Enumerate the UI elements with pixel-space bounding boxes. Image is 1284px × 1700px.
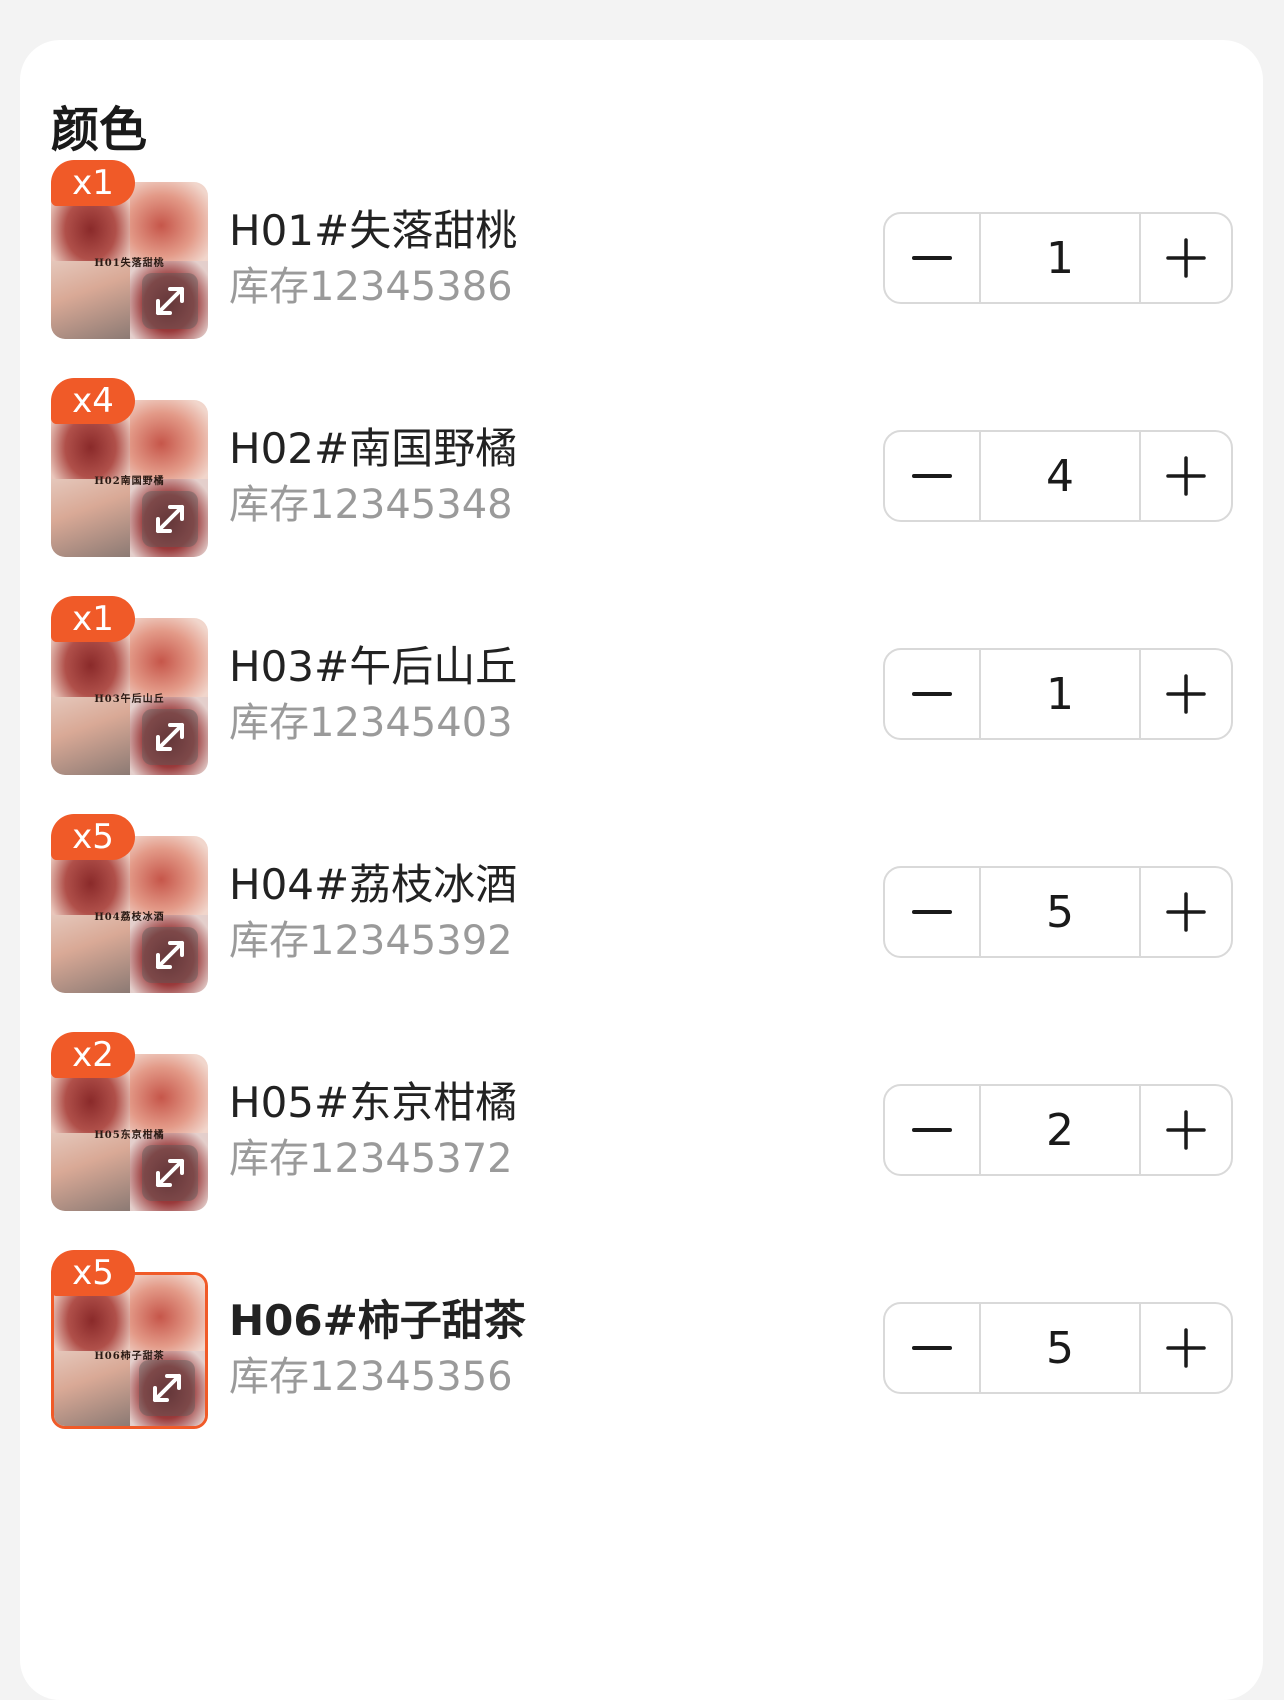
quantity-value[interactable]: 1 (981, 650, 1139, 738)
quantity-stepper: 1 (883, 648, 1233, 740)
minus-icon (912, 1128, 952, 1132)
sku-item[interactable]: H04荔枝冰酒 x5 H04#荔枝冰酒 库存12345392 5 (51, 814, 1233, 993)
expand-icon[interactable] (142, 491, 198, 547)
thumbnail-caption: H03午后山丘 (94, 694, 165, 705)
quantity-stepper: 2 (883, 1084, 1233, 1176)
increment-button[interactable] (1139, 868, 1231, 956)
sku-name: H06#柿子甜茶 (229, 1296, 526, 1345)
sku-stock: 库存12345392 (229, 918, 513, 964)
decrement-button[interactable] (885, 1304, 981, 1392)
quantity-stepper: 5 (883, 866, 1233, 958)
increment-button[interactable] (1139, 1304, 1231, 1392)
decrement-button[interactable] (885, 214, 981, 302)
quantity-badge: x1 (51, 160, 135, 206)
quantity-badge: x1 (51, 596, 135, 642)
quantity-badge: x5 (51, 1250, 135, 1296)
quantity-stepper: 1 (883, 212, 1233, 304)
quantity-value[interactable]: 5 (981, 1304, 1139, 1392)
plus-icon (1166, 1328, 1206, 1368)
quantity-value[interactable]: 1 (981, 214, 1139, 302)
sku-stock: 库存12345348 (229, 482, 513, 528)
decrement-button[interactable] (885, 432, 981, 520)
decrement-button[interactable] (885, 868, 981, 956)
sku-name: H05#东京柑橘 (229, 1078, 518, 1127)
sku-stock: 库存12345356 (229, 1354, 513, 1400)
thumbnail-caption: H04荔枝冰酒 (94, 912, 165, 923)
sku-stock: 库存12345386 (229, 264, 513, 310)
expand-icon[interactable] (142, 709, 198, 765)
sku-name: H04#荔枝冰酒 (229, 860, 518, 909)
quantity-value[interactable]: 4 (981, 432, 1139, 520)
sku-item[interactable]: H01失落甜桃 x1 H01#失落甜桃 库存12345386 1 (51, 160, 1233, 339)
quantity-badge: x4 (51, 378, 135, 424)
increment-button[interactable] (1139, 432, 1231, 520)
sku-item[interactable]: H06柿子甜茶 x5 H06#柿子甜茶 库存12345356 5 (51, 1250, 1233, 1429)
expand-icon[interactable] (139, 1360, 195, 1416)
sku-item[interactable]: H02南国野橘 x4 H02#南国野橘 库存12345348 4 (51, 378, 1233, 557)
increment-button[interactable] (1139, 214, 1231, 302)
plus-icon (1166, 892, 1206, 932)
plus-icon (1166, 674, 1206, 714)
quantity-stepper: 5 (883, 1302, 1233, 1394)
thumbnail-caption: H01失落甜桃 (94, 258, 165, 269)
sku-name: H03#午后山丘 (229, 642, 518, 691)
minus-icon (912, 910, 952, 914)
thumbnail-caption: H05东京柑橘 (94, 1130, 165, 1141)
decrement-button[interactable] (885, 650, 981, 738)
sku-name: H02#南国野橘 (229, 424, 518, 473)
sku-item[interactable]: H03午后山丘 x1 H03#午后山丘 库存12345403 1 (51, 596, 1233, 775)
quantity-badge: x5 (51, 814, 135, 860)
increment-button[interactable] (1139, 1086, 1231, 1174)
increment-button[interactable] (1139, 650, 1231, 738)
plus-icon (1166, 1110, 1206, 1150)
section-title: 颜色 (51, 102, 148, 158)
quantity-stepper: 4 (883, 430, 1233, 522)
quantity-badge: x2 (51, 1032, 135, 1078)
plus-icon (1166, 238, 1206, 278)
minus-icon (912, 1346, 952, 1350)
expand-icon[interactable] (142, 273, 198, 329)
sku-stock: 库存12345403 (229, 700, 513, 746)
sku-stock: 库存12345372 (229, 1136, 513, 1182)
thumbnail-caption: H02南国野橘 (94, 476, 165, 487)
expand-icon[interactable] (142, 927, 198, 983)
decrement-button[interactable] (885, 1086, 981, 1174)
quantity-value[interactable]: 2 (981, 1086, 1139, 1174)
minus-icon (912, 474, 952, 478)
plus-icon (1166, 456, 1206, 496)
minus-icon (912, 256, 952, 260)
expand-icon[interactable] (142, 1145, 198, 1201)
quantity-value[interactable]: 5 (981, 868, 1139, 956)
minus-icon (912, 692, 952, 696)
sku-item[interactable]: H05东京柑橘 x2 H05#东京柑橘 库存12345372 2 (51, 1032, 1233, 1211)
sku-name: H01#失落甜桃 (229, 206, 518, 255)
